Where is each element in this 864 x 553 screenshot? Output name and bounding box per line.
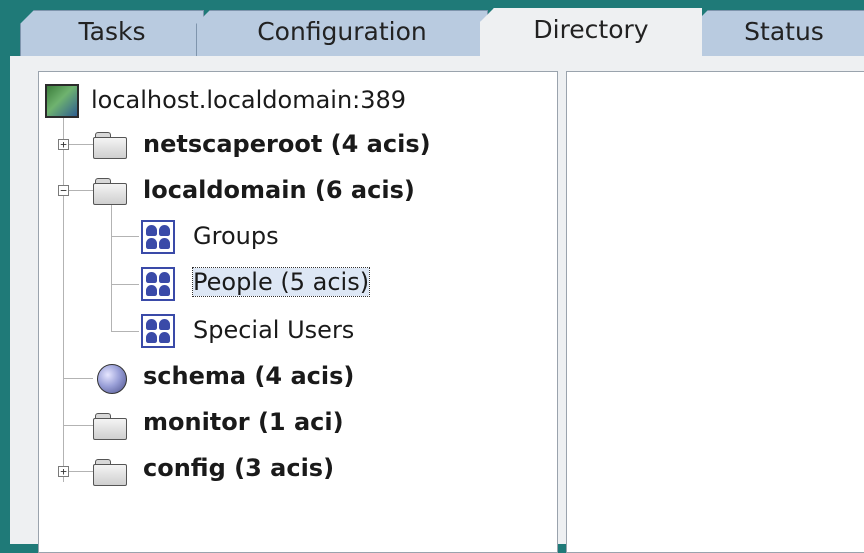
group-icon bbox=[141, 267, 175, 301]
directory-tree[interactable]: localhost.localdomain:389 + netscaperoot… bbox=[38, 71, 558, 553]
folder-icon bbox=[93, 178, 127, 205]
details-panel bbox=[566, 71, 864, 553]
directory-content: localhost.localdomain:389 + netscaperoot… bbox=[20, 56, 864, 553]
tab-status[interactable]: Status bbox=[694, 10, 864, 56]
tab-directory[interactable]: Directory bbox=[480, 8, 702, 58]
group-icon bbox=[141, 220, 175, 254]
folder-icon bbox=[93, 459, 127, 486]
tree-line bbox=[111, 284, 139, 285]
tree-line bbox=[111, 331, 139, 332]
tree-node-groups[interactable]: Groups bbox=[193, 222, 279, 250]
tree-node-netscaperoot[interactable]: netscaperoot (4 acis) bbox=[143, 130, 431, 158]
collapse-icon[interactable]: − bbox=[58, 185, 69, 196]
tree-node-schema[interactable]: schema (4 acis) bbox=[143, 362, 354, 390]
expand-icon[interactable]: + bbox=[58, 466, 69, 477]
tree-node-localdomain[interactable]: localdomain (6 acis) bbox=[143, 176, 415, 204]
tree-line bbox=[63, 116, 64, 482]
tree-line bbox=[63, 425, 93, 426]
tree-node-monitor[interactable]: monitor (1 aci) bbox=[143, 408, 344, 436]
tab-bar: Tasks Configuration Status Directory bbox=[10, 0, 864, 58]
tree-node-config[interactable]: config (3 acis) bbox=[143, 454, 334, 482]
tree-root-label[interactable]: localhost.localdomain:389 bbox=[91, 86, 406, 114]
tab-configuration[interactable]: Configuration bbox=[196, 10, 488, 56]
expand-icon[interactable]: + bbox=[58, 139, 69, 150]
tree-line bbox=[111, 202, 112, 332]
schema-icon bbox=[97, 364, 127, 394]
tab-tasks[interactable]: Tasks bbox=[20, 10, 204, 56]
folder-icon bbox=[93, 413, 127, 440]
server-icon bbox=[45, 84, 79, 118]
tree-line bbox=[111, 236, 139, 237]
group-icon bbox=[141, 314, 175, 348]
tree-node-special-users[interactable]: Special Users bbox=[193, 316, 354, 344]
tree-node-people[interactable]: People (5 acis) bbox=[191, 267, 371, 297]
tree-line bbox=[63, 378, 93, 379]
folder-icon bbox=[93, 132, 127, 159]
console-window: Tasks Configuration Status Directory loc… bbox=[10, 0, 864, 553]
